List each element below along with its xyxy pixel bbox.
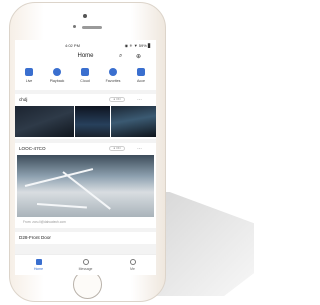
- favorites-icon: [109, 68, 117, 76]
- more-icon[interactable]: …: [137, 96, 142, 102]
- camera-thumbnails: [15, 106, 156, 139]
- more-icon[interactable]: …: [137, 145, 142, 151]
- camera-thumbnail[interactable]: [111, 106, 156, 137]
- quick-action-playback[interactable]: Playback: [43, 64, 71, 90]
- quick-action-live[interactable]: Live: [15, 64, 43, 90]
- quick-action-cloud[interactable]: Cloud: [71, 64, 99, 90]
- quick-action-label: Playback: [49, 79, 65, 83]
- status-indicators: ◉ ✳ ▼ 59% ▊: [124, 42, 151, 48]
- view-detail: [24, 168, 94, 187]
- quick-action-label: Acce: [137, 79, 145, 83]
- camera-thumbnail[interactable]: [15, 106, 74, 137]
- earpiece-speaker: [82, 26, 102, 29]
- tab-me[interactable]: Me: [113, 255, 153, 275]
- device-group-looc: LOOC-47CO ● ON … From: zoru.li@dahuatech…: [15, 143, 156, 228]
- status-time: 4:02 PM: [65, 42, 80, 48]
- quick-action-label: Favorites: [105, 79, 121, 83]
- add-icon[interactable]: ⊕: [136, 53, 141, 60]
- app-screen: 4:02 PM ◉ ✳ ▼ 59% ▊ Home ⌕ ⊕ Live Playba…: [15, 40, 156, 275]
- tab-label: Message: [78, 267, 93, 271]
- home-icon: [35, 259, 42, 265]
- view-detail: [62, 171, 111, 210]
- device-group-front-door: D28-Front Door: [15, 232, 156, 244]
- search-icon[interactable]: ⌕: [119, 53, 122, 60]
- access-icon: [137, 68, 145, 76]
- proximity-sensor: [73, 25, 76, 28]
- tab-message[interactable]: Message: [66, 255, 106, 275]
- group-name: D28-Front Door: [19, 235, 51, 240]
- group-header: D28-Front Door: [15, 232, 156, 244]
- tab-home[interactable]: Home: [19, 255, 59, 275]
- group-name: chdj: [19, 97, 28, 102]
- status-bar: 4:02 PM ◉ ✳ ▼ 59% ▊: [15, 40, 156, 50]
- playback-icon: [53, 68, 61, 76]
- status-badge[interactable]: ● ON: [109, 146, 125, 151]
- share-caption: From: zoru.li@dahuatech.com: [23, 220, 66, 224]
- quick-action-label: Cloud: [80, 79, 90, 83]
- view-detail: [36, 203, 87, 209]
- live-icon: [25, 68, 33, 76]
- tab-label: Me: [130, 267, 135, 271]
- group-header: chdj ● ON …: [15, 94, 156, 106]
- profile-icon: [129, 259, 136, 265]
- quick-action-label: Live: [25, 79, 33, 83]
- group-name: LOOC-47CO: [19, 146, 46, 151]
- camera-thumbnail[interactable]: [75, 106, 110, 137]
- camera-live-view[interactable]: [17, 155, 154, 217]
- quick-action-access[interactable]: Acce: [127, 64, 155, 90]
- device-group-chdj: chdj ● ON …: [15, 94, 156, 139]
- tab-label: Home: [33, 267, 44, 271]
- tab-bar: Home Message Me: [15, 254, 156, 275]
- status-badge[interactable]: ● ON: [109, 97, 125, 102]
- front-camera: [83, 14, 87, 18]
- message-icon: [82, 259, 89, 265]
- group-header: LOOC-47CO ● ON …: [15, 143, 156, 155]
- cloud-icon: [81, 68, 89, 76]
- quick-action-favorites[interactable]: Favorites: [99, 64, 127, 90]
- quick-actions: Live Playback Cloud Favorites Acce: [15, 64, 156, 90]
- page-title: Home: [77, 53, 94, 59]
- title-bar: Home ⌕ ⊕: [15, 50, 156, 64]
